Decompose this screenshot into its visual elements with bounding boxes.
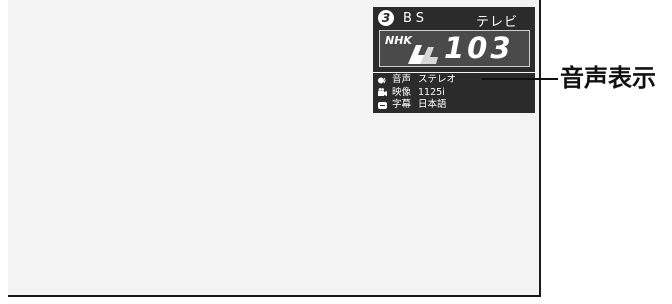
band-type: テレビ — [476, 15, 519, 30]
band-name: BS — [403, 11, 428, 26]
callout-label: 音声表示 — [560, 64, 656, 92]
video-label: 映像 — [392, 86, 412, 98]
audio-value: ステレオ — [418, 74, 457, 86]
figure: 3 BS テレビ NHK 103 音声 ステレオ 映像 1125i 字幕 日本語… — [0, 0, 672, 304]
audio-label: 音声 — [392, 74, 412, 86]
info-row-video: 映像 1125i — [373, 87, 535, 100]
speaker-icon — [378, 76, 387, 85]
subtitle-icon — [378, 101, 387, 110]
info-row-subtitle: 字幕 日本語 — [373, 99, 535, 112]
camera-icon — [378, 88, 387, 97]
band-row: 3 BS テレビ — [373, 7, 535, 30]
band-number-badge: 3 — [378, 10, 394, 26]
subtitle-value: 日本語 — [418, 99, 447, 111]
channel-box: NHK 103 — [379, 30, 530, 67]
channel-number: 103 — [444, 31, 514, 65]
subtitle-label: 字幕 — [392, 99, 412, 111]
video-value: 1125i — [418, 86, 445, 98]
logo-text: NHK — [385, 34, 412, 47]
channel-banner: 3 BS テレビ NHK 103 — [373, 7, 535, 72]
info-row-audio: 音声 ステレオ — [373, 74, 535, 87]
callout-leader-line — [482, 78, 558, 80]
nhk-logo: NHK — [382, 33, 440, 64]
